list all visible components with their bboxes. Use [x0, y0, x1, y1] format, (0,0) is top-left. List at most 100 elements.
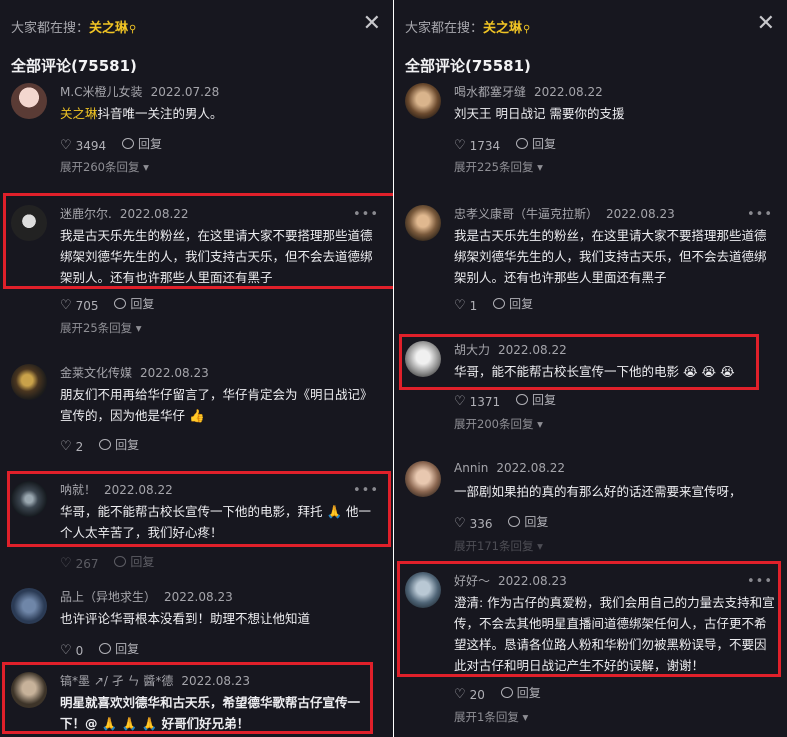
- comment-date: 2022.08.23: [606, 207, 675, 221]
- heart-icon: ♡: [60, 439, 72, 454]
- search-sparkle-icon: ⚲: [523, 24, 531, 35]
- comment-bubble-icon: [508, 516, 521, 527]
- close-icon[interactable]: ✕: [757, 13, 775, 35]
- comment-text: 一部剧如果拍的真的有那么好的话还需要来宣传呀，: [454, 484, 742, 499]
- like-button[interactable]: ♡ 267: [60, 556, 99, 571]
- avatar[interactable]: [405, 205, 441, 241]
- reply-button[interactable]: 回复: [493, 295, 533, 312]
- comment-bubble-icon: [99, 643, 112, 654]
- expand-replies[interactable]: 展开1条回复 ▾: [454, 709, 528, 725]
- avatar[interactable]: [11, 672, 47, 708]
- comment-bubble-icon: [493, 298, 506, 309]
- reply-button[interactable]: 回复: [99, 640, 139, 657]
- expand-replies[interactable]: 展开171条回复 ▾: [454, 538, 543, 554]
- mention-link[interactable]: 关之琳: [60, 106, 98, 121]
- comment-text: 澄清: 作为古仔的真爱粉，我们会用自己的力量去支持和宣传，不会去其他明星直播间道…: [454, 595, 775, 673]
- comment-username[interactable]: 喝水都塞牙缝: [454, 85, 526, 99]
- comment-text: 华哥，能不能帮古校长宣传一下他的电影 😭 😭 😭: [454, 364, 735, 379]
- heart-icon: ♡: [60, 556, 72, 571]
- comments-heading: 全部评论(75581): [405, 57, 531, 75]
- comment-bubble-icon: [114, 556, 127, 567]
- comment-text: 也许评论华哥根本没看到！助理不想让他知道: [60, 611, 311, 626]
- avatar[interactable]: [11, 481, 47, 517]
- comment-text: 明星就喜欢刘德华和古天乐，希望德华歌帮古仔宣传一下！@ 🙏 🙏 🙏 好哥们好兄弟…: [60, 695, 361, 731]
- avatar[interactable]: [11, 83, 47, 119]
- comment-date: 2022.07.28: [150, 85, 220, 99]
- heart-icon: ♡: [454, 687, 466, 702]
- comment-date: 2022.08.22: [119, 207, 189, 221]
- reply-button[interactable]: 回复: [99, 436, 139, 453]
- comment-username[interactable]: 镐*墨 ↗/ 孑 ㄣ 醬*德: [60, 674, 173, 688]
- comment-text: 朋友们不用再给华仔留言了，华仔肯定会为《明日战记》宣传的，因为他是华仔 👍: [60, 387, 373, 423]
- search-prefix: 大家都在搜：: [11, 21, 90, 36]
- comment-bubble-icon: [114, 298, 127, 309]
- comment-username[interactable]: Annin: [454, 461, 488, 475]
- comment-bubble-icon: [516, 394, 529, 405]
- more-options-icon[interactable]: •••: [353, 207, 379, 222]
- reply-button[interactable]: 回复: [508, 513, 548, 530]
- more-options-icon[interactable]: •••: [747, 207, 773, 222]
- expand-replies[interactable]: 展开225条回复 ▾: [454, 159, 543, 175]
- search-sparkle-icon: ⚲: [129, 24, 137, 35]
- comment-bubble-icon: [500, 687, 513, 698]
- expand-replies[interactable]: 展开25条回复 ▾: [60, 320, 142, 336]
- expand-replies[interactable]: 展开200条回复 ▾: [454, 416, 543, 432]
- like-button[interactable]: ♡ 20: [454, 687, 485, 702]
- reply-button[interactable]: 回复: [516, 135, 556, 152]
- heart-icon: ♡: [454, 394, 466, 409]
- comment-username[interactable]: 好好～: [454, 574, 490, 588]
- comment-date: 2022.08.23: [164, 590, 233, 604]
- comment-date: 2022.08.22: [498, 343, 567, 357]
- comment-text: 我是古天乐先生的粉丝，在这里请大家不要搭理那些道德绑架刘德华先生的人，我们支持古…: [60, 228, 373, 285]
- comment-username[interactable]: 呐就！: [60, 483, 96, 497]
- search-suggestion[interactable]: 大家都在搜：关之琳⚲: [11, 17, 136, 36]
- avatar[interactable]: [405, 461, 441, 497]
- more-options-icon[interactable]: •••: [353, 483, 379, 498]
- heart-icon: ♡: [454, 298, 466, 313]
- comment-username[interactable]: 品上（异地求生）: [60, 590, 156, 604]
- comments-panel-right: 大家都在搜：关之琳⚲ ✕ 全部评论(75581) 喝水都塞牙缝 2022.08.2…: [394, 0, 787, 737]
- like-button[interactable]: ♡ 1734: [454, 138, 500, 153]
- more-options-icon[interactable]: •••: [747, 574, 773, 589]
- comment-date: 2022.08.22: [104, 483, 173, 497]
- comment-username[interactable]: 忠孝义康哥（牛逼克拉斯）: [454, 207, 598, 221]
- comment-date: 2022.08.23: [181, 674, 251, 688]
- reply-button[interactable]: 回复: [114, 553, 154, 570]
- heart-icon: ♡: [60, 298, 72, 313]
- comment-date: 2022.08.22: [496, 461, 566, 475]
- avatar[interactable]: [11, 364, 47, 400]
- like-button[interactable]: ♡ 705: [60, 298, 99, 313]
- comment-username[interactable]: 迷鹿尔尔.: [60, 207, 112, 221]
- comment-text: 关之琳抖音唯一关注的男人。: [60, 106, 223, 121]
- like-button[interactable]: ♡ 1: [454, 298, 477, 313]
- expand-replies[interactable]: 展开260条回复 ▾: [60, 159, 149, 175]
- close-icon[interactable]: ✕: [363, 13, 381, 35]
- avatar[interactable]: [11, 588, 47, 624]
- reply-button[interactable]: 回复: [516, 391, 556, 408]
- avatar[interactable]: [405, 83, 441, 119]
- comment-date: 2022.08.23: [498, 574, 567, 588]
- reply-button[interactable]: 回复: [114, 295, 154, 312]
- avatar[interactable]: [405, 341, 441, 377]
- comment-username[interactable]: 金莱文化传媒: [60, 366, 132, 380]
- search-suggestion[interactable]: 大家都在搜：关之琳⚲: [405, 17, 530, 36]
- avatar[interactable]: [11, 205, 47, 241]
- comment-date: 2022.08.23: [140, 366, 209, 380]
- reply-button[interactable]: 回复: [500, 684, 541, 701]
- search-prefix: 大家都在搜：: [405, 21, 484, 36]
- like-button[interactable]: ♡ 3494: [60, 138, 106, 153]
- like-button[interactable]: ♡ 2: [60, 439, 83, 454]
- reply-button[interactable]: 回复: [122, 135, 162, 152]
- like-button[interactable]: ♡ 336: [454, 516, 493, 531]
- comment-bubble-icon: [516, 138, 529, 149]
- search-keyword[interactable]: 关之琳: [483, 21, 522, 36]
- comment-username[interactable]: 胡大力: [454, 343, 490, 357]
- search-keyword[interactable]: 关之琳: [89, 21, 128, 36]
- comment-text: 我是古天乐先生的粉丝，在这里请大家不要搭理那些道德绑架刘德华先生的人，我们支持古…: [454, 228, 767, 285]
- like-button[interactable]: ♡ 0: [60, 643, 83, 658]
- avatar[interactable]: [405, 572, 441, 608]
- heart-icon: ♡: [60, 643, 72, 658]
- like-button[interactable]: ♡ 1371: [454, 394, 500, 409]
- comments-heading: 全部评论(75581): [11, 57, 137, 75]
- comment-username[interactable]: M.C米橙儿女装: [60, 85, 143, 99]
